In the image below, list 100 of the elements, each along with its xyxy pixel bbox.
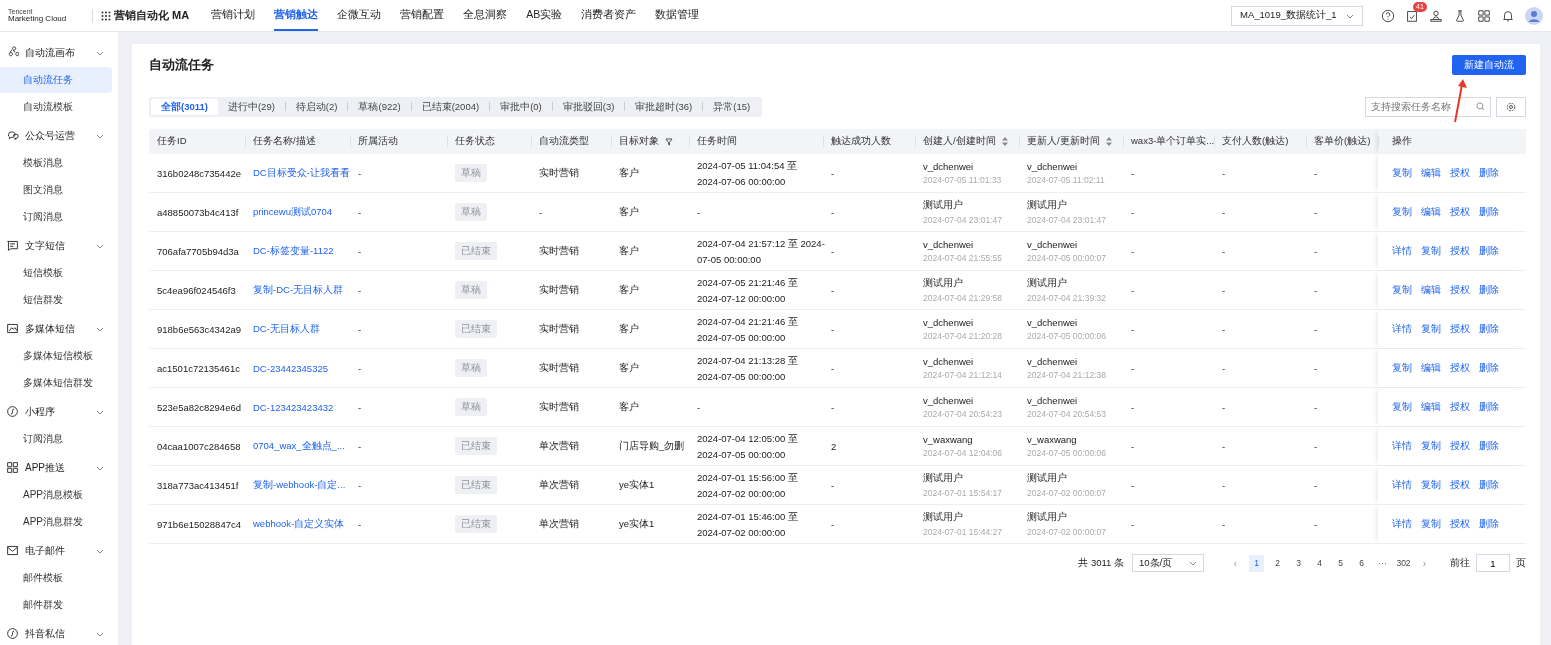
nav-tab[interactable]: 营销配置 — [400, 0, 445, 31]
apps-icon[interactable] — [101, 10, 111, 21]
nav-tab[interactable]: 营销计划 — [211, 0, 256, 31]
action-link[interactable]: 编辑 — [1421, 166, 1441, 180]
page-input[interactable]: 1 — [1476, 554, 1510, 572]
action-link[interactable]: 详情 — [1392, 478, 1412, 492]
action-link[interactable]: 详情 — [1392, 439, 1412, 453]
action-link[interactable]: 编辑 — [1421, 400, 1441, 414]
status-tab[interactable]: 审批中(0) — [490, 98, 552, 115]
action-link[interactable]: 详情 — [1392, 517, 1412, 531]
sidebar-item[interactable]: 邮件模板 — [0, 565, 112, 591]
task-name-link[interactable]: 复制-DC-无目标人群 — [253, 283, 344, 297]
page-button[interactable]: 5 — [1333, 554, 1348, 572]
sidebar-group[interactable]: 文字短信 — [0, 231, 118, 260]
action-link[interactable]: 复制 — [1421, 517, 1441, 531]
nav-tab[interactable]: AB实验 — [526, 0, 563, 31]
nav-tab[interactable]: 营销触达 — [274, 0, 319, 31]
nav-tab[interactable]: 企微互动 — [337, 0, 382, 31]
action-link[interactable]: 删除 — [1479, 244, 1499, 258]
sidebar-group[interactable]: 抖音私信 — [0, 619, 118, 645]
action-link[interactable]: 授权 — [1450, 439, 1470, 453]
action-link[interactable]: 授权 — [1450, 166, 1470, 180]
task-name-link[interactable]: princewu测试0704 — [253, 205, 333, 219]
status-tab[interactable]: 审批驳回(3) — [552, 98, 625, 115]
action-link[interactable]: 授权 — [1450, 361, 1470, 375]
task-name-link[interactable]: DC-123423423432 — [253, 401, 334, 413]
account-select[interactable]: MA_1019_数据统计_1 — [1231, 5, 1363, 26]
sidebar-item[interactable]: APP消息模板 — [0, 482, 112, 508]
sidebar-group[interactable]: 电子邮件 — [0, 536, 118, 565]
sidebar-item[interactable]: 多媒体短信模板 — [0, 343, 112, 369]
action-link[interactable]: 授权 — [1450, 244, 1470, 258]
page-button[interactable]: 1 — [1249, 554, 1264, 572]
page-button[interactable]: 3 — [1291, 554, 1306, 572]
action-link[interactable]: 删除 — [1479, 283, 1499, 297]
task-name-link[interactable]: 复制-webhook-自定... — [253, 478, 346, 492]
page-button[interactable]: 4 — [1312, 554, 1327, 572]
bell-icon[interactable] — [1501, 8, 1515, 23]
sidebar-group[interactable]: 小程序 — [0, 397, 118, 426]
action-link[interactable]: 复制 — [1392, 361, 1412, 375]
action-link[interactable]: 详情 — [1392, 244, 1412, 258]
help-icon[interactable] — [1381, 8, 1395, 23]
action-link[interactable]: 复制 — [1421, 322, 1441, 336]
sidebar-item[interactable]: 订阅消息 — [0, 204, 112, 230]
sidebar-item[interactable]: 模板消息 — [0, 150, 112, 176]
avatar-icon[interactable] — [1525, 6, 1543, 25]
status-tab[interactable]: 已结束(2004) — [411, 98, 490, 115]
nav-tab[interactable]: 全息洞察 — [463, 0, 508, 31]
action-link[interactable]: 授权 — [1450, 400, 1470, 414]
sort-icon[interactable] — [1001, 137, 1008, 146]
action-link[interactable]: 删除 — [1479, 517, 1499, 531]
status-tab[interactable]: 异常(15) — [703, 98, 761, 115]
action-link[interactable]: 删除 — [1479, 166, 1499, 180]
action-link[interactable]: 授权 — [1450, 517, 1470, 531]
sidebar-group[interactable]: 公众号运营 — [0, 121, 118, 150]
action-link[interactable]: 删除 — [1479, 322, 1499, 336]
task-name-link[interactable]: DC目标受众-让我看看 — [253, 166, 350, 180]
status-tab[interactable]: 全部(3011) — [151, 98, 218, 115]
task-name-link[interactable]: DC-无目标人群 — [253, 322, 320, 336]
sidebar-group[interactable]: 多媒体短信 — [0, 314, 118, 343]
flask-icon[interactable] — [1453, 8, 1467, 23]
action-link[interactable]: 编辑 — [1421, 361, 1441, 375]
action-link[interactable]: 编辑 — [1421, 205, 1441, 219]
sidebar-group[interactable]: 自动流画布 — [0, 38, 118, 67]
action-link[interactable]: 授权 — [1450, 205, 1470, 219]
action-link[interactable]: 复制 — [1421, 478, 1441, 492]
action-link[interactable]: 编辑 — [1421, 283, 1441, 297]
action-link[interactable]: 删除 — [1479, 400, 1499, 414]
action-link[interactable]: 复制 — [1421, 439, 1441, 453]
page-button[interactable]: 302 — [1396, 554, 1411, 572]
filter-icon[interactable] — [665, 137, 673, 146]
settings-button[interactable] — [1496, 96, 1526, 117]
sidebar-item[interactable]: 邮件群发 — [0, 592, 112, 618]
action-link[interactable]: 复制 — [1392, 166, 1412, 180]
action-link[interactable]: 删除 — [1479, 478, 1499, 492]
sort-icon[interactable] — [1105, 137, 1112, 146]
action-link[interactable]: 删除 — [1479, 205, 1499, 219]
search-field[interactable]: 支持搜索任务名称 — [1365, 96, 1491, 117]
page-button[interactable]: 6 — [1354, 554, 1369, 572]
status-tab[interactable]: 审批超时(36) — [625, 98, 703, 115]
action-link[interactable]: 授权 — [1450, 478, 1470, 492]
sidebar-item[interactable]: 订阅消息 — [0, 426, 112, 452]
sidebar-item[interactable]: APP消息群发 — [0, 509, 112, 535]
action-link[interactable]: 复制 — [1392, 400, 1412, 414]
action-link[interactable]: 授权 — [1450, 322, 1470, 336]
sidebar-item[interactable]: 图文消息 — [0, 177, 112, 203]
create-button[interactable]: 新建自动流 — [1452, 55, 1526, 75]
next-page-button[interactable]: › — [1417, 554, 1432, 572]
action-link[interactable]: 详情 — [1392, 322, 1412, 336]
action-link[interactable]: 复制 — [1392, 205, 1412, 219]
action-link[interactable]: 删除 — [1479, 439, 1499, 453]
status-tab[interactable]: 进行中(29) — [217, 98, 285, 115]
task-name-link[interactable]: 0704_wax_全触点_... — [253, 439, 345, 453]
sidebar-group[interactable]: APP推送 — [0, 453, 118, 482]
page-button[interactable]: 2 — [1270, 554, 1285, 572]
sidebar-item[interactable]: 多媒体短信群发 — [0, 370, 112, 396]
task-name-link[interactable]: webhook-自定义实体 — [253, 517, 345, 531]
action-link[interactable]: 删除 — [1479, 361, 1499, 375]
status-tab[interactable]: 草稿(922) — [348, 98, 411, 115]
page-button[interactable]: ··· — [1375, 554, 1390, 572]
task-name-link[interactable]: DC-23442345325 — [253, 362, 328, 374]
